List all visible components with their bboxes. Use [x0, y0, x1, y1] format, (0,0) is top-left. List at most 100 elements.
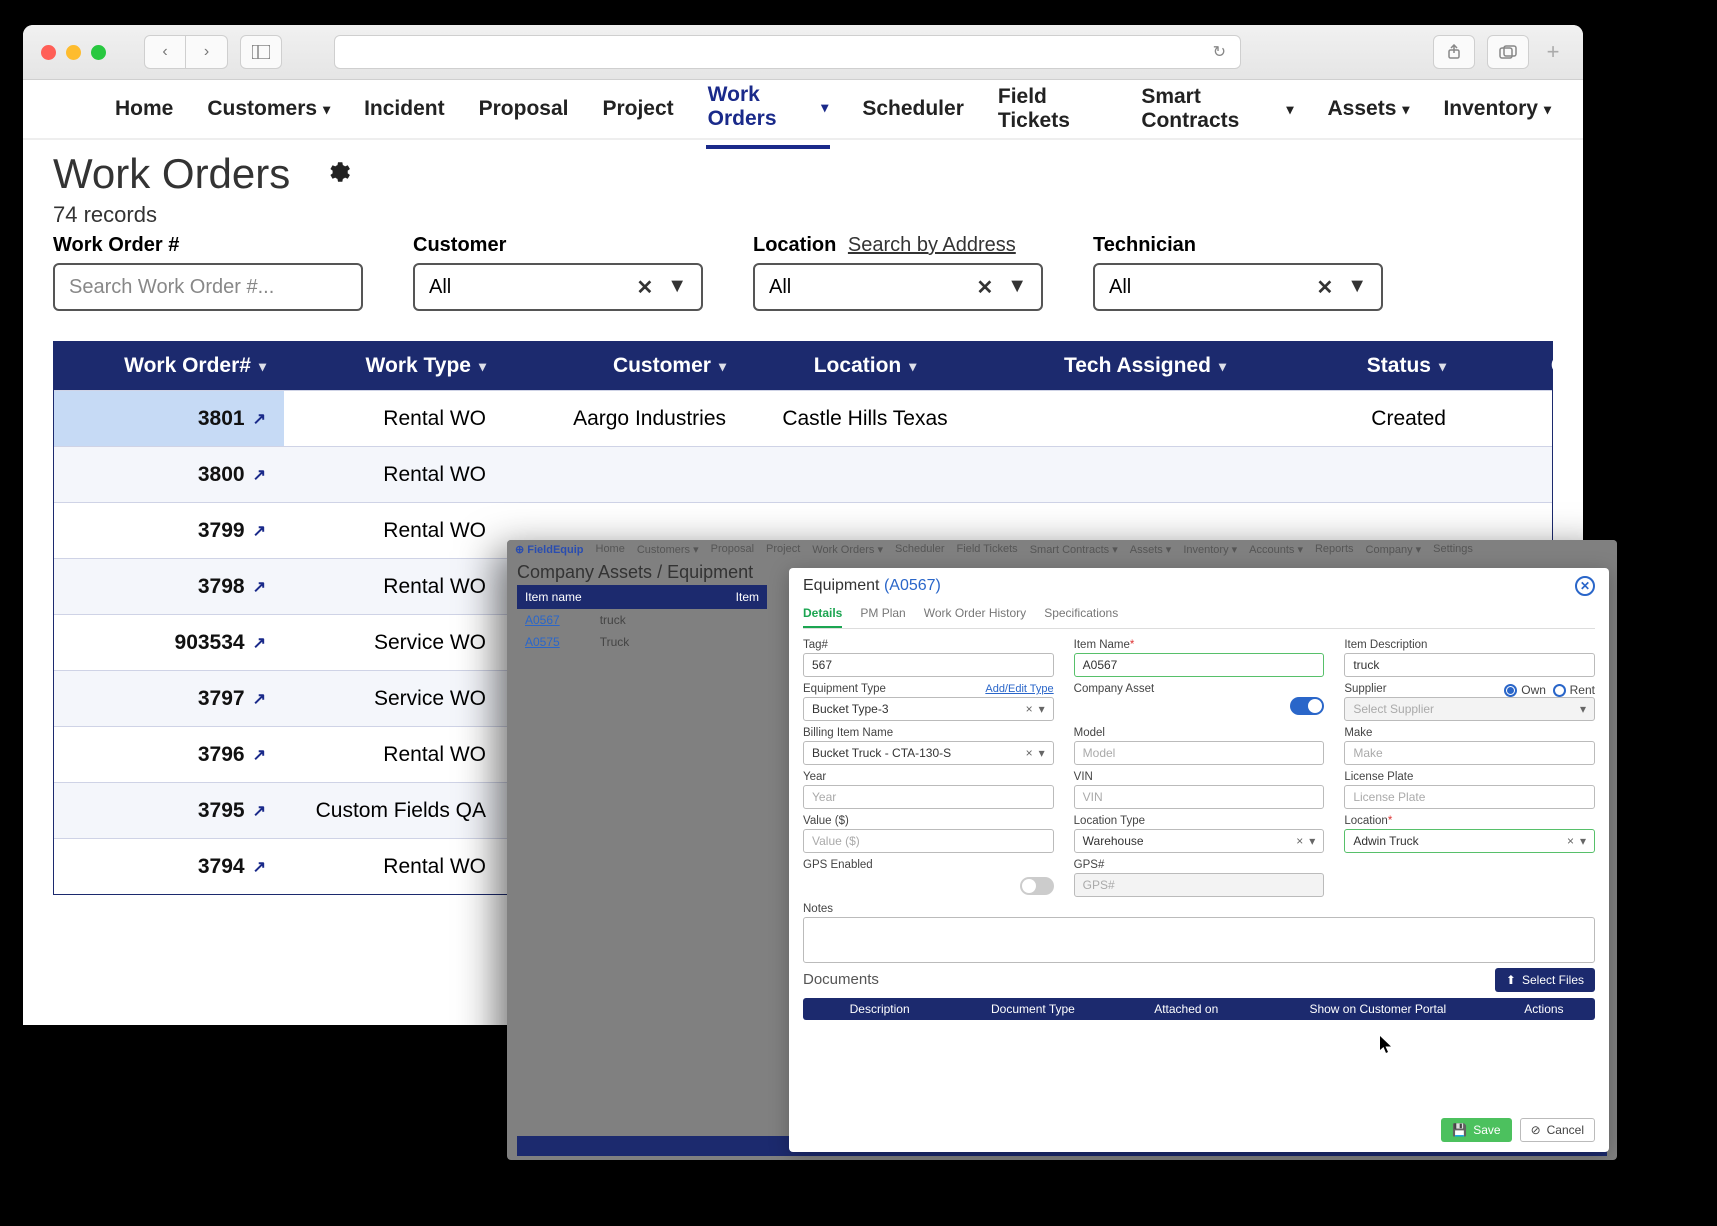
close-window-icon[interactable]	[41, 45, 56, 60]
customer-select[interactable]: All ✕▼	[413, 263, 703, 311]
nav-proposal[interactable]: Proposal	[477, 83, 571, 135]
tab-work-order-history[interactable]: Work Order History	[924, 602, 1026, 628]
gear-icon[interactable]	[325, 159, 351, 190]
nav-assets[interactable]: Assets▾	[1326, 83, 1412, 135]
asset-row[interactable]: A0575Truck	[517, 631, 767, 653]
year-input[interactable]: Year	[803, 785, 1054, 809]
column-header[interactable]: Work Type▾	[284, 342, 504, 390]
value-input[interactable]: Value ($)	[803, 829, 1054, 853]
open-icon[interactable]: ↗	[253, 801, 266, 821]
asset-link[interactable]: A0575	[525, 635, 560, 649]
address-bar[interactable]: ↻	[334, 35, 1241, 69]
item-description-input[interactable]: truck	[1344, 653, 1595, 677]
nav-incident[interactable]: Incident	[362, 83, 447, 135]
assets-nav-item[interactable]: Company ▾	[1366, 543, 1422, 556]
close-icon[interactable]: ✕	[1575, 576, 1595, 596]
assets-nav-item[interactable]: Accounts ▾	[1249, 543, 1303, 556]
assets-nav-item[interactable]: Work Orders ▾	[812, 543, 883, 556]
billing-item-select[interactable]: Bucket Truck - CTA-130-S×▾	[803, 741, 1054, 765]
filter-icon[interactable]: ▾	[719, 358, 726, 375]
column-header[interactable]: Status▾	[1244, 342, 1464, 390]
clear-icon[interactable]: ✕	[976, 275, 993, 300]
open-icon[interactable]: ↗	[253, 409, 266, 429]
save-button[interactable]: 💾Save	[1441, 1118, 1511, 1142]
assets-nav-item[interactable]: Field Tickets	[957, 543, 1018, 555]
assets-nav-item[interactable]: Smart Contracts ▾	[1030, 543, 1118, 556]
table-row[interactable]: 3801 ↗Rental WOAargo IndustriesCastle Hi…	[54, 390, 1552, 446]
nav-inventory[interactable]: Inventory▾	[1441, 83, 1553, 135]
nav-smart-contracts[interactable]: Smart Contracts▾	[1139, 71, 1295, 147]
nav-project[interactable]: Project	[600, 83, 675, 135]
nav-scheduler[interactable]: Scheduler	[860, 83, 966, 135]
assets-nav-item[interactable]: Reports	[1315, 543, 1354, 555]
clear-icon[interactable]: ✕	[636, 275, 653, 300]
vin-input[interactable]: VIN	[1074, 785, 1325, 809]
open-icon[interactable]: ↗	[253, 465, 266, 485]
asset-link[interactable]: A0567	[525, 613, 560, 627]
location-select[interactable]: All ✕▼	[753, 263, 1043, 311]
back-button[interactable]: ‹	[144, 35, 186, 69]
tab-details[interactable]: Details	[803, 602, 842, 628]
clear-icon[interactable]: ✕	[1316, 275, 1333, 300]
notes-input[interactable]	[803, 917, 1595, 963]
technician-select[interactable]: All ✕▼	[1093, 263, 1383, 311]
license-plate-input[interactable]: License Plate	[1344, 785, 1595, 809]
model-input[interactable]: Model	[1074, 741, 1325, 765]
assets-nav-item[interactable]: Project	[766, 543, 800, 555]
nav-field-tickets[interactable]: Field Tickets	[996, 71, 1109, 147]
own-radio[interactable]	[1504, 684, 1517, 697]
search-by-address-link[interactable]: Search by Address	[848, 234, 1016, 256]
open-icon[interactable]: ↗	[253, 577, 266, 597]
assets-nav-item[interactable]: Inventory ▾	[1183, 543, 1237, 556]
location-type-select[interactable]: Warehouse×▾	[1074, 829, 1325, 853]
tag-input[interactable]: 567	[803, 653, 1054, 677]
asset-row[interactable]: A0567truck	[517, 609, 767, 631]
filter-icon[interactable]: ▾	[1219, 358, 1226, 375]
cancel-button[interactable]: ⊘Cancel	[1520, 1118, 1595, 1142]
make-input[interactable]: Make	[1344, 741, 1595, 765]
add-edit-type-link[interactable]: Add/Edit Type	[985, 683, 1053, 697]
assets-nav-item[interactable]: Home	[596, 543, 625, 555]
assets-nav-item[interactable]: Scheduler	[895, 543, 945, 555]
column-header[interactable]: Tech Assigned▾	[1004, 342, 1244, 390]
nav-home[interactable]: Home	[113, 83, 175, 135]
chevron-down-icon[interactable]: ▼	[1347, 275, 1367, 300]
share-icon[interactable]	[1433, 35, 1475, 69]
chevron-down-icon[interactable]: ▼	[1007, 275, 1027, 300]
assets-nav-item[interactable]: Proposal	[711, 543, 754, 555]
equipment-type-select[interactable]: Bucket Type-3×▾	[803, 697, 1054, 721]
assets-nav-item[interactable]: Customers ▾	[637, 543, 699, 556]
forward-button[interactable]: ›	[186, 35, 228, 69]
table-row[interactable]: 3800 ↗Rental WO	[54, 446, 1552, 502]
item-name-input[interactable]: A0567	[1074, 653, 1325, 677]
new-tab-icon[interactable]: +	[1541, 35, 1565, 69]
filter-icon[interactable]: ▾	[909, 358, 916, 375]
column-header[interactable]: C	[1464, 342, 1583, 390]
filter-icon[interactable]: ▾	[479, 358, 486, 375]
company-asset-toggle[interactable]	[1290, 697, 1324, 715]
column-header[interactable]: Work Order#▾	[54, 342, 284, 390]
chevron-down-icon[interactable]: ▼	[667, 275, 687, 300]
tabs-icon[interactable]	[1487, 35, 1529, 69]
minimize-window-icon[interactable]	[66, 45, 81, 60]
open-icon[interactable]: ↗	[253, 521, 266, 541]
open-icon[interactable]: ↗	[253, 633, 266, 653]
tab-specifications[interactable]: Specifications	[1044, 602, 1118, 628]
nav-customers[interactable]: Customers▾	[205, 83, 332, 135]
column-header[interactable]: Location▾	[744, 342, 1004, 390]
search-input[interactable]: Search Work Order #...	[53, 263, 363, 311]
open-icon[interactable]: ↗	[253, 745, 266, 765]
sidebar-toggle-icon[interactable]	[240, 35, 282, 69]
select-files-button[interactable]: ⬆Select Files	[1495, 968, 1595, 992]
reload-icon[interactable]: ↻	[1213, 42, 1226, 62]
open-icon[interactable]: ↗	[253, 857, 266, 877]
tab-pm-plan[interactable]: PM Plan	[860, 602, 905, 628]
rent-radio[interactable]	[1553, 684, 1566, 697]
fullscreen-window-icon[interactable]	[91, 45, 106, 60]
nav-work-orders[interactable]: Work Orders▾	[706, 69, 831, 149]
filter-icon[interactable]: ▾	[1439, 358, 1446, 375]
gps-enabled-toggle[interactable]	[1020, 877, 1054, 895]
open-icon[interactable]: ↗	[253, 689, 266, 709]
filter-icon[interactable]: ▾	[259, 358, 266, 375]
assets-nav-item[interactable]: Settings	[1433, 543, 1473, 555]
